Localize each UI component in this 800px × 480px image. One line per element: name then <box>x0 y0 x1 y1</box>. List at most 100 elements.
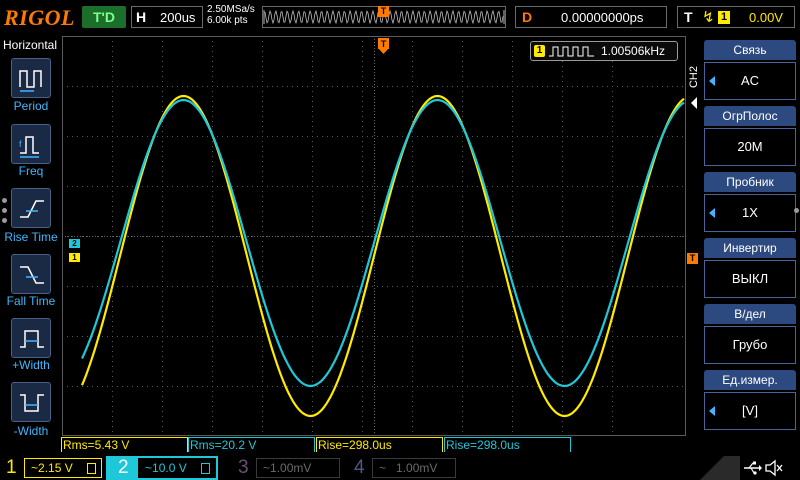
period-icon <box>19 70 42 92</box>
sample-rate: 2.50MSa/s <box>207 4 255 15</box>
run-status-badge[interactable]: T'D <box>82 6 126 28</box>
ch1-coupling-icon: ~ <box>31 461 39 475</box>
fall-time-button[interactable] <box>11 254 51 294</box>
rising-edge-icon: ↯ <box>702 9 715 26</box>
ch2-scale-box[interactable]: ~10.0 V <box>138 458 216 478</box>
coupling-arrow-icon <box>709 76 715 86</box>
tab-arrow-icon <box>691 97 697 109</box>
graticule <box>62 36 686 436</box>
ch2-scale: 10.0 V <box>152 461 187 475</box>
ch1-scale: 2.15 V <box>38 461 73 475</box>
probe-softkey[interactable]: 1X <box>704 194 796 232</box>
probe-arrow-icon <box>709 208 715 218</box>
freq-label: Freq <box>18 164 44 178</box>
waveform-display[interactable] <box>62 36 686 436</box>
trigger-source: 1 <box>718 11 730 24</box>
volts-div-softkey[interactable]: Грубо <box>704 326 796 364</box>
memory-depth: 6.00k pts <box>207 15 248 26</box>
ch1-bw-limit-icon <box>87 463 96 474</box>
pos-width-icon <box>20 330 44 348</box>
ch1-waveform <box>80 94 685 418</box>
right-scroll-dot <box>794 208 799 213</box>
pos-width-button[interactable] <box>11 318 51 358</box>
invert-value: ВЫКЛ <box>731 271 769 286</box>
left-scroll-dot <box>2 208 7 213</box>
measurement-ch1-rise[interactable]: Rise=298.0us <box>316 437 443 452</box>
ch2-number[interactable]: 2 <box>118 456 129 480</box>
horizontal-timebase[interactable]: H 200us <box>131 6 203 28</box>
freq-icon: f <box>19 136 39 158</box>
rise-time-button[interactable] <box>11 188 51 228</box>
volts-div-header: В/дел <box>704 304 796 324</box>
left-scroll-dot <box>2 198 7 203</box>
ch3-number[interactable]: 3 <box>238 456 249 480</box>
sample-rate-info: 2.50MSa/s 6.00k pts <box>207 4 255 26</box>
rise-time-icon <box>20 200 44 218</box>
neg-width-label: -Width <box>13 424 49 438</box>
ch3-scale-box[interactable]: ~1.00mV <box>256 458 340 478</box>
measurement-ch1-rms[interactable]: Rms=5.43 V <box>61 437 188 452</box>
fall-time-label: Fall Time <box>6 294 56 308</box>
delay-value: 0.00000000ps <box>561 10 644 25</box>
probe-value: 1X <box>742 205 758 220</box>
square-wave-icon <box>549 46 594 57</box>
rigol-logo: RIGOL <box>4 5 75 30</box>
trigger-position-marker: T <box>378 38 389 54</box>
usb-icon <box>744 461 762 475</box>
ch1-number[interactable]: 1 <box>6 456 17 480</box>
status-bar-decoration <box>700 456 740 480</box>
bandwidth-softkey[interactable]: 20M <box>704 128 796 166</box>
horizontal-delay[interactable]: D 0.00000000ps <box>515 6 667 28</box>
frequency-channel: 1 <box>534 45 545 57</box>
measurement-ch2-rise[interactable]: Rise=298.0us <box>444 437 571 452</box>
invert-softkey[interactable]: ВЫКЛ <box>704 260 796 298</box>
probe-header: Пробник <box>704 172 796 192</box>
horizontal-label: H <box>136 9 147 25</box>
pos-width-label: +Width <box>12 358 50 372</box>
delay-label: D <box>522 9 533 25</box>
ch2-bw-limit-icon <box>201 463 210 474</box>
svg-text:f: f <box>19 139 22 149</box>
units-softkey[interactable]: [V] <box>704 392 796 430</box>
ch2-waveform <box>81 98 685 388</box>
trigger-settings[interactable]: T ↯ 1 0.00V <box>677 6 795 28</box>
ch4-coupling-icon: ~ <box>379 461 387 475</box>
ch3-coupling-icon: ~ <box>263 461 271 475</box>
measurement-ch2-rms[interactable]: Rms=20.2 V <box>188 437 315 452</box>
ch4-scale-box[interactable]: ~1.00mV <box>372 458 456 478</box>
trigger-position-marker-top: T <box>378 6 389 17</box>
left-menu-title: Horizontal <box>3 38 58 52</box>
frequency-counter: 1 1.00506kHz <box>530 41 678 61</box>
rise-time-label: Rise Time <box>4 230 58 244</box>
trigger-level-value: 0.00V <box>749 10 783 25</box>
ch4-number[interactable]: 4 <box>354 456 365 480</box>
frequency-value: 1.00506kHz <box>601 44 666 58</box>
timebase-value: 200us <box>160 10 196 25</box>
fall-time-icon <box>20 266 44 284</box>
ch1-scale-box[interactable]: ~2.15 V <box>24 458 102 478</box>
trigger-level-marker[interactable]: T <box>687 253 698 264</box>
bandwidth-header: ОгрПолос <box>704 106 796 126</box>
left-scroll-dot <box>2 218 7 223</box>
neg-width-icon <box>20 394 44 412</box>
ch3-scale: 1.00mV <box>270 461 312 475</box>
coupling-softkey[interactable]: AC <box>704 62 796 100</box>
freq-button[interactable]: f <box>11 124 51 164</box>
sound-muted-icon[interactable] <box>764 459 784 477</box>
volts-div-value: Грубо <box>732 337 768 352</box>
ch2-coupling-icon: ~ <box>145 461 153 475</box>
coupling-value: AC <box>740 73 760 88</box>
ch1-offset-marker[interactable]: 1 <box>69 253 80 262</box>
ch2-offset-marker[interactable]: 2 <box>69 239 80 248</box>
units-arrow-icon <box>709 406 715 416</box>
svg-text:T: T <box>381 39 387 49</box>
units-header: Ед.измер. <box>704 370 796 390</box>
period-button[interactable] <box>11 58 51 98</box>
right-menu-channel-tab: CH2 <box>688 66 700 89</box>
units-value: [V] <box>742 403 758 418</box>
neg-width-button[interactable] <box>11 382 51 422</box>
ch4-scale: 1.00mV <box>396 461 438 475</box>
bandwidth-value: 20M <box>737 139 763 154</box>
trigger-label: T <box>684 9 693 25</box>
coupling-header: Связь <box>704 40 796 60</box>
